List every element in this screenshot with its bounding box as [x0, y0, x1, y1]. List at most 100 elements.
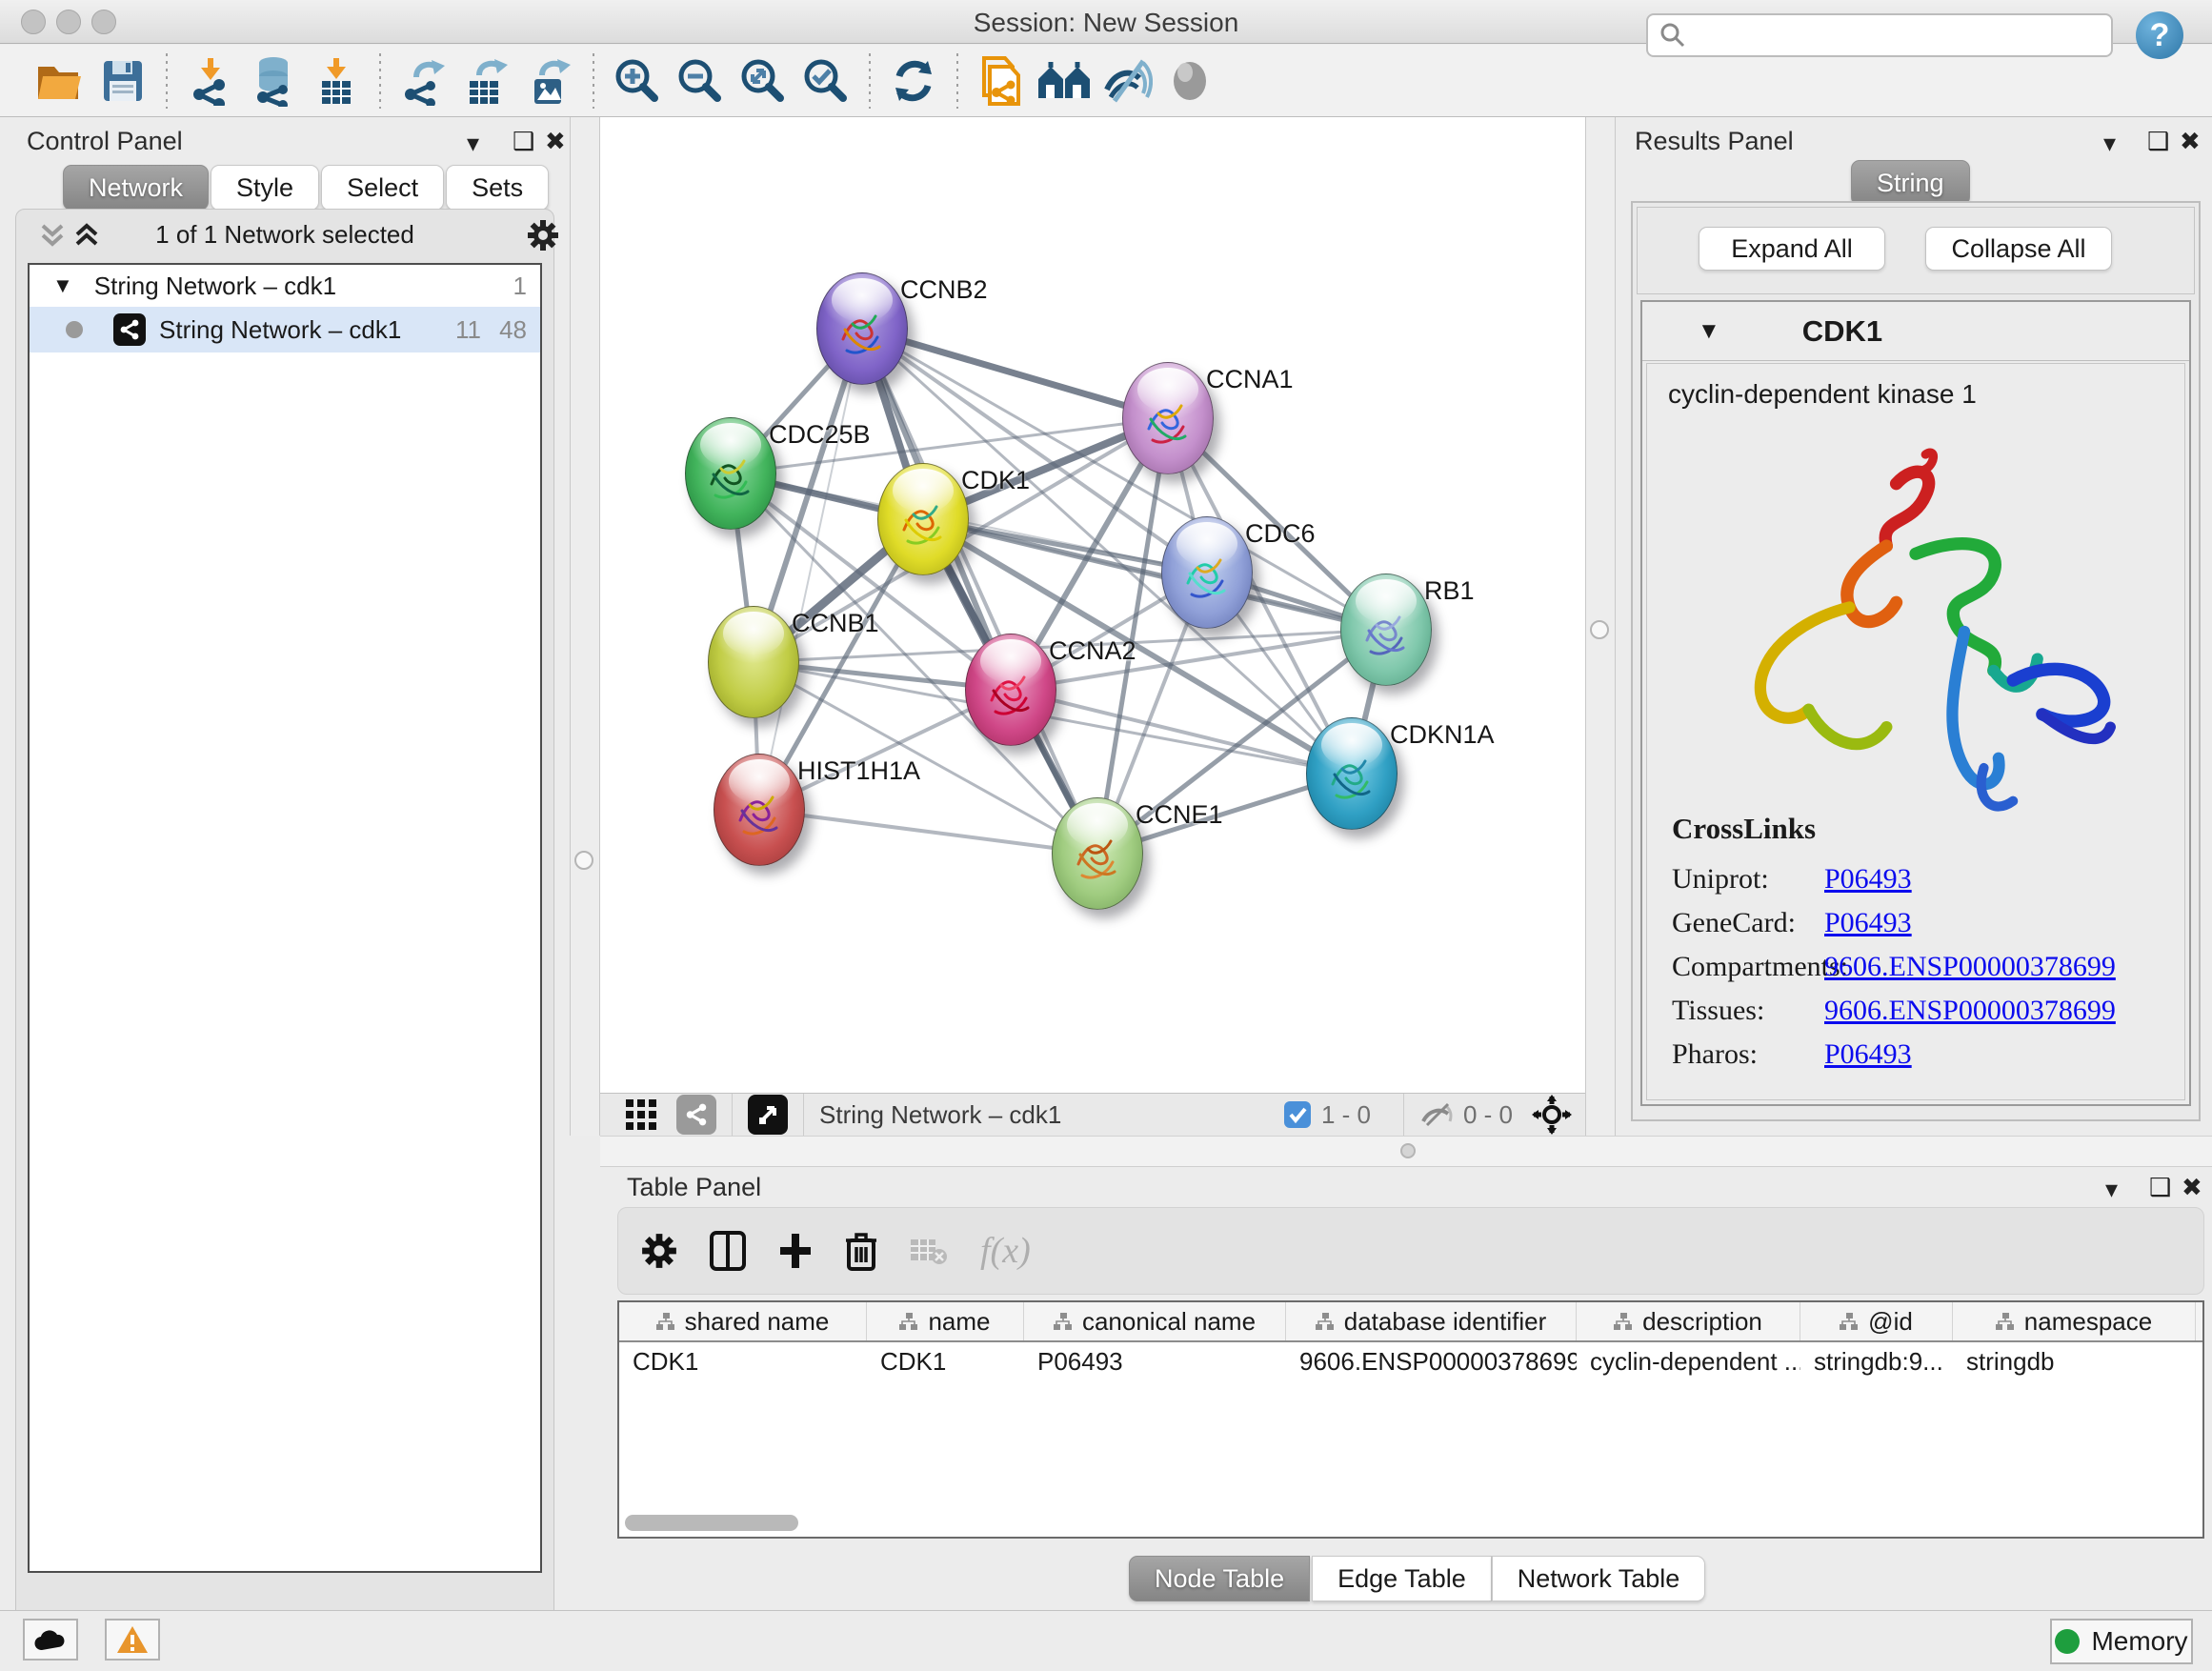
search-field[interactable] — [1646, 13, 2113, 57]
network-edge[interactable] — [759, 810, 1097, 854]
collapse-all-button[interactable]: Collapse All — [1925, 227, 2112, 271]
table-cell[interactable]: stringdb:9... — [1800, 1342, 1953, 1382]
add-column-icon[interactable] — [778, 1232, 813, 1270]
crosslink-link[interactable]: 9606.ENSP00000378699 — [1824, 951, 2116, 983]
column-header-description[interactable]: description — [1577, 1302, 1800, 1340]
column-header-namespace[interactable]: namespace — [1953, 1302, 2196, 1340]
maximize-panel-icon[interactable]: ❑ — [2147, 127, 2169, 156]
tab-select[interactable]: Select — [321, 165, 444, 211]
network-node-ccne1[interactable] — [1052, 797, 1143, 910]
network-edge[interactable] — [862, 329, 1168, 418]
collection-expander-icon[interactable]: ▼ — [52, 273, 73, 298]
column-header-canonical-name[interactable]: canonical name — [1024, 1302, 1286, 1340]
open-folder-icon[interactable] — [29, 50, 91, 111]
tab-node-table[interactable]: Node Table — [1129, 1556, 1310, 1601]
network-row-selected[interactable]: String Network – cdk1 11 48 — [30, 307, 540, 352]
float-panel-icon[interactable]: ▾ — [2103, 129, 2116, 158]
show-hide-graphics-icon[interactable] — [1096, 50, 1158, 111]
new-network-from-selection-icon[interactable] — [970, 50, 1033, 111]
table-cell[interactable]: CDK1 — [619, 1342, 867, 1382]
table-cell[interactable]: cyclin-dependent ... — [1577, 1342, 1800, 1382]
network-node-hist1h1a[interactable] — [714, 754, 805, 866]
maximize-panel-icon[interactable]: ❑ — [513, 127, 534, 156]
tab-sets[interactable]: Sets — [446, 165, 549, 211]
gene-expander-icon[interactable]: ▼ — [1698, 318, 1720, 345]
network-node-ccna1[interactable] — [1122, 362, 1214, 474]
table-cell[interactable]: stringdb — [1953, 1342, 2196, 1382]
help-icon[interactable]: ? — [2136, 11, 2183, 59]
export-network-icon[interactable] — [392, 50, 455, 111]
zoom-in-icon[interactable] — [606, 50, 669, 111]
table-horizontal-scrollbar[interactable] — [625, 1515, 798, 1531]
crosslink-link[interactable]: 9606.ENSP00000378699 — [1824, 995, 2116, 1027]
zoom-selected-icon[interactable] — [794, 50, 857, 111]
selected-checkbox-icon[interactable] — [1283, 1100, 1312, 1129]
cloud-button[interactable] — [23, 1619, 78, 1661]
column-header-shared-name[interactable]: shared name — [619, 1302, 867, 1340]
birds-eye-toggle-icon[interactable] — [1158, 50, 1221, 111]
right-splitter[interactable] — [1585, 117, 1616, 1136]
save-session-icon[interactable] — [91, 50, 154, 111]
show-columns-icon[interactable] — [710, 1231, 746, 1271]
delete-column-icon[interactable] — [845, 1231, 877, 1271]
network-node-rb1[interactable] — [1340, 574, 1432, 686]
crosslink-link[interactable]: P06493 — [1824, 863, 1912, 896]
network-node-ccnb1[interactable] — [708, 606, 799, 718]
table-cell[interactable]: 9606.ENSP00000378699 — [1286, 1342, 1577, 1382]
network-node-cdkn1a[interactable] — [1306, 717, 1398, 830]
crosslink-link[interactable]: P06493 — [1824, 907, 1912, 939]
string-view-icon[interactable] — [676, 1095, 716, 1135]
network-node-cdc25b[interactable] — [685, 417, 776, 530]
tab-style[interactable]: Style — [211, 165, 319, 211]
zoom-out-icon[interactable] — [669, 50, 732, 111]
network-node-ccna2[interactable] — [965, 634, 1056, 746]
table-row[interactable]: CDK1CDK1P064939606.ENSP00000378699cyclin… — [619, 1342, 2202, 1382]
crosslink-link[interactable]: P06493 — [1824, 1038, 1912, 1071]
fit-selected-crosshair-icon[interactable] — [1532, 1095, 1572, 1135]
import-table-file-icon[interactable] — [305, 50, 368, 111]
grid-view-icon[interactable] — [625, 1098, 657, 1131]
first-neighbors-icon[interactable] — [1033, 50, 1096, 111]
network-node-cdk1[interactable] — [877, 463, 969, 575]
node-table[interactable]: shared name name canonical name database… — [617, 1300, 2204, 1539]
export-table-icon[interactable] — [455, 50, 518, 111]
table-cell[interactable]: CDK1 — [867, 1342, 1024, 1382]
left-splitter[interactable] — [570, 117, 600, 1136]
search-input[interactable] — [1686, 22, 2100, 50]
birds-eye-view-icon[interactable] — [748, 1095, 788, 1135]
network-options-gear-icon[interactable] — [527, 219, 559, 252]
tab-network-table[interactable]: Network Table — [1492, 1556, 1706, 1601]
zoom-fit-icon[interactable] — [732, 50, 794, 111]
network-canvas[interactable]: CCNB2CCNA1CDC25BCDK1CDC6RB1CCNB1CCNA2CDK… — [600, 117, 1585, 1093]
horizontal-splitter[interactable] — [600, 1136, 2212, 1167]
gene-header-row[interactable]: ▼ CDK1 — [1642, 302, 2189, 361]
export-image-icon[interactable] — [518, 50, 581, 111]
network-collection-row[interactable]: ▼ String Network – cdk1 1 — [30, 265, 540, 307]
close-panel-icon[interactable]: ✖ — [545, 127, 566, 156]
column-header-database-identifier[interactable]: database identifier — [1286, 1302, 1577, 1340]
table-options-gear-icon[interactable] — [641, 1233, 677, 1269]
horizontal-splitter-handle[interactable] — [1400, 1143, 1416, 1158]
delete-table-icon[interactable] — [910, 1237, 948, 1265]
network-edge[interactable] — [759, 329, 862, 810]
network-node-ccnb2[interactable] — [816, 272, 908, 385]
right-splitter-handle[interactable] — [1590, 620, 1609, 639]
maximize-panel-icon[interactable]: ❑ — [2149, 1173, 2171, 1202]
expand-all-button[interactable]: Expand All — [1699, 227, 1885, 271]
import-network-file-icon[interactable] — [179, 50, 242, 111]
function-builder-icon[interactable]: f(x) — [980, 1230, 1031, 1272]
tab-edge-table[interactable]: Edge Table — [1312, 1556, 1492, 1601]
column-header--id[interactable]: @id — [1800, 1302, 1953, 1340]
float-panel-icon[interactable]: ▾ — [467, 129, 479, 158]
close-panel-icon[interactable]: ✖ — [2180, 127, 2201, 156]
tab-network[interactable]: Network — [63, 165, 209, 211]
refresh-layout-icon[interactable] — [882, 50, 945, 111]
column-header-name[interactable]: name — [867, 1302, 1024, 1340]
close-panel-icon[interactable]: ✖ — [2182, 1173, 2202, 1202]
network-node-cdc6[interactable] — [1161, 516, 1253, 629]
hidden-eye-icon[interactable] — [1419, 1100, 1454, 1129]
float-panel-icon[interactable]: ▾ — [2105, 1175, 2118, 1204]
table-cell[interactable]: P06493 — [1024, 1342, 1286, 1382]
warnings-button[interactable] — [105, 1619, 160, 1661]
left-splitter-handle[interactable] — [574, 851, 593, 870]
